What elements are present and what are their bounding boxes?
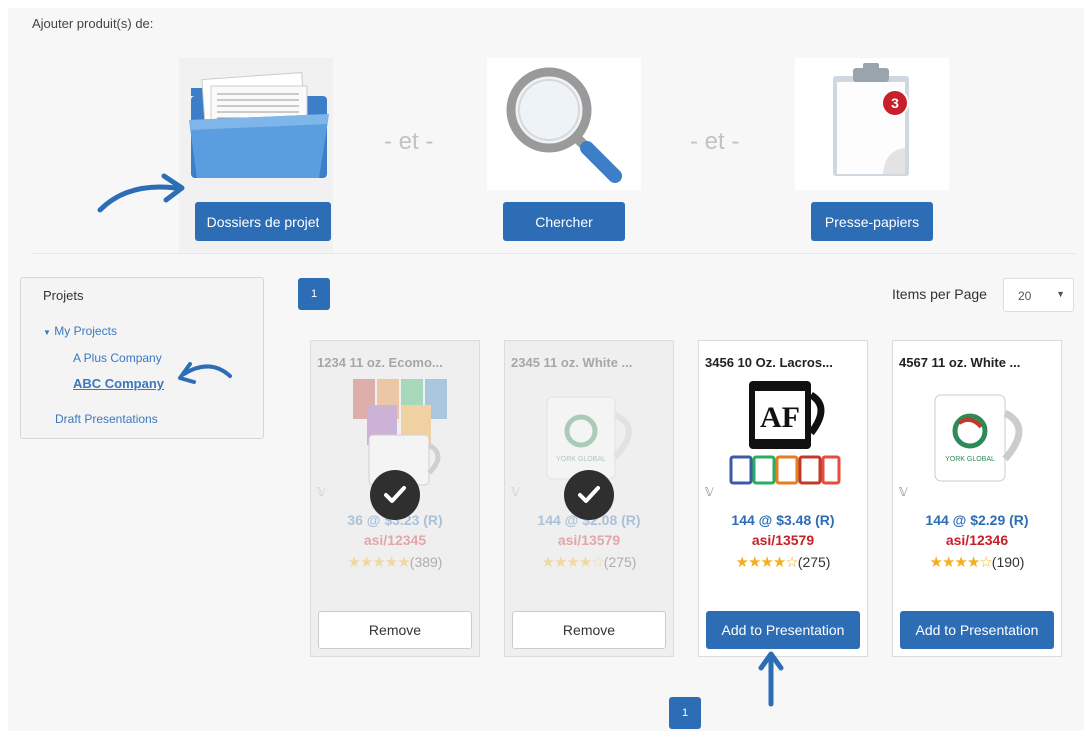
product-card[interactable]: 2345 11 oz. White ... YORK GLOBAL 𝕍 144 … (504, 340, 674, 657)
product-card[interactable]: 4567 11 oz. White ... YORK GLOBAL 𝕍 144 … (892, 340, 1062, 657)
clipboard-tile[interactable]: 3 (795, 58, 949, 190)
page-1-button-bottom[interactable]: 1 (669, 697, 701, 729)
page-1-button[interactable]: 1 (298, 278, 330, 310)
svg-text:YORK GLOBAL: YORK GLOBAL (556, 456, 606, 463)
product-rating: ★★★★★(389) (347, 554, 443, 571)
product-asi: asi/13579 (751, 532, 815, 548)
separator-2: - et - (690, 128, 740, 155)
remove-button[interactable]: Remove (318, 611, 472, 649)
folder-icon (189, 72, 329, 178)
vendor-icon: 𝕍 (899, 485, 908, 499)
sidebar-title: Projets (43, 288, 84, 303)
separator-1: - et - (384, 128, 434, 155)
selected-check-icon (564, 470, 614, 520)
product-image[interactable]: YORK GLOBAL (921, 377, 1036, 487)
product-title[interactable]: 1234 11 oz. Ecomo... (317, 355, 475, 370)
chevron-down-icon: ▼ (1056, 289, 1065, 299)
product-rating: ★★★★☆(190) (929, 554, 1025, 571)
items-per-page-value: 20 (1018, 289, 1032, 303)
svg-text:YORK GLOBAL: YORK GLOBAL (945, 456, 995, 463)
sidebar-item-abc-company[interactable]: ABC Company (73, 376, 164, 391)
product-card[interactable]: 3456 10 Oz. Lacros... AF 𝕍 144 @ $3.48 (… (698, 340, 868, 657)
clipboard-icon (833, 63, 909, 176)
project-folders-button[interactable]: Dossiers de projet (195, 202, 331, 241)
add-to-presentation-button[interactable]: Add to Presentation (706, 611, 860, 649)
product-card[interactable]: 1234 11 oz. Ecomo... 𝕍 36 @ $3.23 (R) as… (310, 340, 480, 657)
product-title[interactable]: 2345 11 oz. White ... (511, 355, 669, 370)
star-rating-icon: ★★★★☆ (541, 554, 605, 571)
search-tile[interactable] (487, 58, 641, 190)
product-asi: asi/12345 (363, 532, 427, 548)
selected-check-icon (370, 470, 420, 520)
svg-text:AF: AF (760, 401, 800, 434)
remove-button[interactable]: Remove (512, 611, 666, 649)
items-per-page-label: Items per Page (892, 286, 987, 302)
divider (32, 253, 1076, 254)
clipboard-button[interactable]: Presse-papiers (811, 202, 933, 241)
product-asi: asi/12346 (945, 532, 1009, 548)
add-to-presentation-button[interactable]: Add to Presentation (900, 611, 1054, 649)
annotation-arrow-icon (178, 362, 232, 384)
intro-label: Ajouter produit(s) de: (32, 16, 154, 31)
annotation-arrow-icon (97, 173, 185, 213)
caret-down-icon: ▼ (43, 328, 51, 337)
product-price: 144 @ $3.48 (R) (731, 512, 835, 528)
sidebar-item-draft-presentations[interactable]: Draft Presentations (55, 412, 158, 426)
annotation-arrow-icon (758, 651, 784, 707)
star-rating-icon: ★★★★☆ (929, 554, 993, 571)
product-rating: ★★★★☆(275) (735, 554, 831, 571)
product-title[interactable]: 3456 10 Oz. Lacros... (705, 355, 863, 370)
vendor-icon: 𝕍 (511, 485, 520, 499)
star-rating-icon: ★★★★☆ (735, 554, 799, 571)
product-price: 144 @ $2.29 (R) (925, 512, 1029, 528)
sidebar-item-a-plus-company[interactable]: A Plus Company (73, 351, 162, 365)
star-rating-icon: ★★★★★ (347, 554, 411, 571)
vendor-icon: 𝕍 (705, 485, 714, 499)
product-image[interactable]: AF (727, 377, 842, 487)
items-per-page-select[interactable]: 20 ▼ (1003, 278, 1074, 312)
magnifier-icon (506, 67, 622, 183)
product-rating: ★★★★☆(275) (541, 554, 637, 571)
product-asi: asi/13579 (557, 532, 621, 548)
vendor-icon: 𝕍 (317, 485, 326, 499)
product-title[interactable]: 4567 11 oz. White ... (899, 355, 1057, 370)
clipboard-count-badge: 3 (881, 89, 909, 117)
my-projects-toggle[interactable]: ▼ My Projects (43, 324, 117, 338)
search-button[interactable]: Chercher (503, 202, 625, 241)
